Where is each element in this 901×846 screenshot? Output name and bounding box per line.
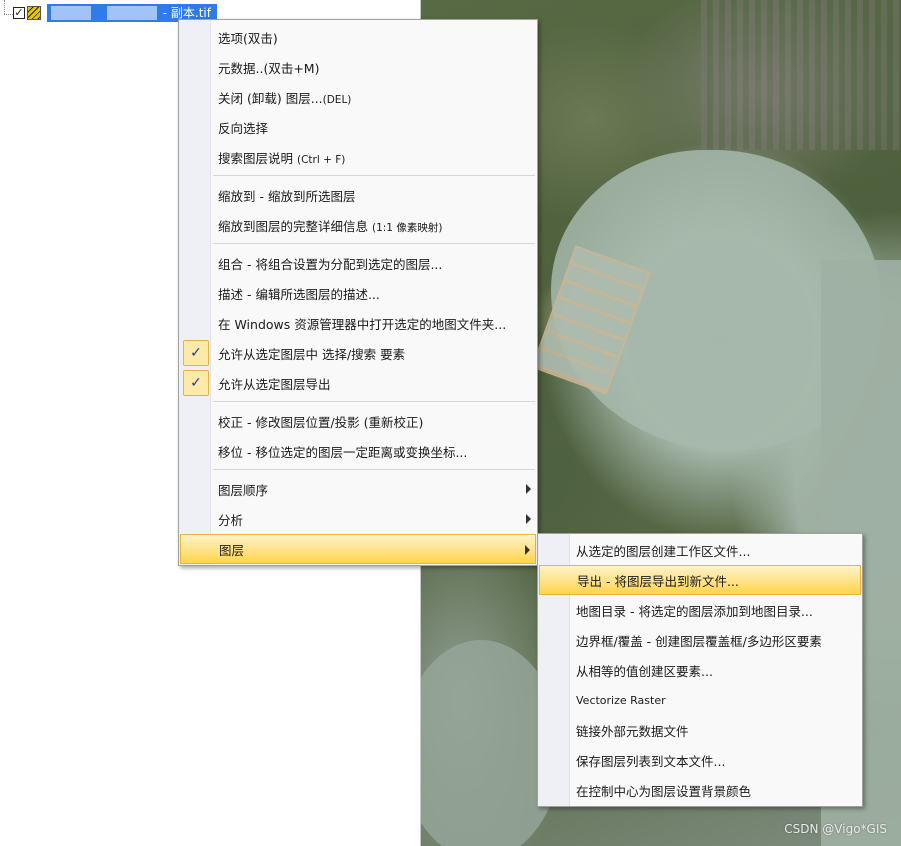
menu-item-close-layer[interactable]: 关闭 (卸载) 图层...(DEL) bbox=[179, 82, 537, 112]
menu-item-label: 地图目录 - 将选定的图层添加到地图目录... bbox=[576, 603, 813, 619]
map-town-area bbox=[701, 0, 901, 150]
menu-item-label: 选项(双击) bbox=[218, 30, 278, 46]
menu-item-label: 组合 - 将组合设置为分配到选定的图层... bbox=[218, 256, 443, 272]
checkmark-icon: ✓ bbox=[183, 370, 209, 396]
menu-item-shortcut: (DEL) bbox=[322, 93, 352, 106]
menu-item-label: 关闭 (卸载) 图层...(DEL) bbox=[218, 90, 352, 106]
menu-item-analysis[interactable]: 分析 bbox=[179, 504, 537, 534]
menu-separator bbox=[213, 175, 535, 176]
tree-connector-horizontal bbox=[4, 14, 13, 15]
menu-item-layer[interactable]: 图层 bbox=[180, 534, 536, 564]
menu-item-label: 链接外部元数据文件 bbox=[576, 723, 689, 739]
menu-item-label: 保存图层列表到文本文件... bbox=[576, 753, 726, 769]
menu-separator bbox=[213, 401, 535, 402]
layer-submenu: 从选定的图层创建工作区文件... 导出 - 将图层导出到新文件... 地图目录 … bbox=[537, 533, 863, 807]
menu-item-label: 在 Windows 资源管理器中打开选定的地图文件夹... bbox=[218, 316, 507, 332]
menu-item-label: 图层 bbox=[219, 542, 245, 558]
menu-item-invert-selection[interactable]: 反向选择 bbox=[179, 112, 537, 142]
submenu-arrow-icon bbox=[526, 514, 531, 524]
menu-item-label: 从选定的图层创建工作区文件... bbox=[576, 543, 751, 559]
menu-item-label: 缩放到图层的完整详细信息 (1:1 像素映射) bbox=[218, 218, 443, 234]
submenu-item-export[interactable]: 导出 - 将图层导出到新文件... bbox=[539, 565, 861, 595]
submenu-item-save-layer-list[interactable]: 保存图层列表到文本文件... bbox=[538, 745, 862, 775]
layer-context-menu: 选项(双击) 元数据..(双击+M) 关闭 (卸载) 图层...(DEL) 反向… bbox=[178, 19, 538, 566]
menu-item-group[interactable]: 组合 - 将组合设置为分配到选定的图层... bbox=[179, 248, 537, 278]
watermark: CSDN @Vigo*GIS bbox=[784, 822, 887, 836]
menu-item-label: 允许从选定图层导出 bbox=[218, 376, 331, 392]
menu-item-label: 元数据..(双击+M) bbox=[218, 60, 320, 76]
menu-item-label: 缩放到 - 缩放到所选图层 bbox=[218, 188, 356, 204]
submenu-item-create-area-features[interactable]: 从相等的值创建区要素... bbox=[538, 655, 862, 685]
layer-name-label: - 副本.tif bbox=[162, 6, 211, 20]
menu-item-label: 允许从选定图层中 选择/搜索 要素 bbox=[218, 346, 406, 362]
submenu-arrow-icon bbox=[526, 484, 531, 494]
submenu-item-set-background-color[interactable]: 在控制中心为图层设置背景颜色 bbox=[538, 775, 862, 805]
menu-item-shift-layer[interactable]: 移位 - 移位选定的图层一定距离或变换坐标... bbox=[179, 436, 537, 466]
submenu-item-vectorize-raster[interactable]: Vectorize Raster bbox=[538, 685, 862, 715]
menu-item-label: 描述 - 编辑所选图层的描述... bbox=[218, 286, 380, 302]
submenu-arrow-icon bbox=[525, 545, 530, 555]
menu-item-metadata[interactable]: 元数据..(双击+M) bbox=[179, 52, 537, 82]
submenu-item-map-catalog[interactable]: 地图目录 - 将选定的图层添加到地图目录... bbox=[538, 595, 862, 625]
menu-separator bbox=[213, 469, 535, 470]
menu-item-zoom-to-layer[interactable]: 缩放到 - 缩放到所选图层 bbox=[179, 180, 537, 210]
menu-item-rectify[interactable]: 校正 - 修改图层位置/投影 (重新校正) bbox=[179, 406, 537, 436]
layer-visibility-checkbox[interactable]: ✓ bbox=[13, 7, 25, 19]
menu-item-label: Vectorize Raster bbox=[576, 693, 666, 707]
menu-item-label: 搜索图层说明 (Ctrl + F) bbox=[218, 150, 346, 166]
tree-connector-vertical bbox=[4, 0, 5, 14]
menu-separator bbox=[213, 243, 535, 244]
raster-layer-icon bbox=[27, 6, 41, 20]
menu-item-label: 移位 - 移位选定的图层一定距离或变换坐标... bbox=[218, 444, 468, 460]
checkmark-icon: ✓ bbox=[183, 340, 209, 366]
menu-item-description[interactable]: 描述 - 编辑所选图层的描述... bbox=[179, 278, 537, 308]
menu-item-label: 反向选择 bbox=[218, 120, 269, 136]
menu-item-label: 图层顺序 bbox=[218, 482, 269, 498]
menu-item-label: 校正 - 修改图层位置/投影 (重新校正) bbox=[218, 414, 424, 430]
menu-item-options[interactable]: 选项(双击) bbox=[179, 22, 537, 52]
menu-item-open-folder[interactable]: 在 Windows 资源管理器中打开选定的地图文件夹... bbox=[179, 308, 537, 338]
submenu-item-bounding-box[interactable]: 边界框/覆盖 - 创建图层覆盖框/多边形区要素 bbox=[538, 625, 862, 655]
menu-item-shortcut: (Ctrl + F) bbox=[296, 153, 346, 166]
menu-item-allow-select-search[interactable]: ✓ 允许从选定图层中 选择/搜索 要素 bbox=[179, 338, 537, 368]
menu-item-label: 分析 bbox=[218, 512, 244, 528]
menu-item-label: 导出 - 将图层导出到新文件... bbox=[577, 573, 739, 589]
menu-item-label: 从相等的值创建区要素... bbox=[576, 663, 713, 679]
menu-item-allow-export[interactable]: ✓ 允许从选定图层导出 bbox=[179, 368, 537, 398]
menu-item-search-layer-desc[interactable]: 搜索图层说明 (Ctrl + F) bbox=[179, 142, 537, 172]
submenu-item-link-metadata[interactable]: 链接外部元数据文件 bbox=[538, 715, 862, 745]
menu-item-zoom-full-detail[interactable]: 缩放到图层的完整详细信息 (1:1 像素映射) bbox=[179, 210, 537, 240]
menu-item-label: 边界框/覆盖 - 创建图层覆盖框/多边形区要素 bbox=[576, 633, 822, 649]
menu-item-shortcut: (1:1 像素映射) bbox=[371, 221, 443, 234]
menu-item-label: 在控制中心为图层设置背景颜色 bbox=[576, 783, 752, 799]
menu-item-layer-order[interactable]: 图层顺序 bbox=[179, 474, 537, 504]
submenu-item-create-workspace[interactable]: 从选定的图层创建工作区文件... bbox=[538, 535, 862, 565]
